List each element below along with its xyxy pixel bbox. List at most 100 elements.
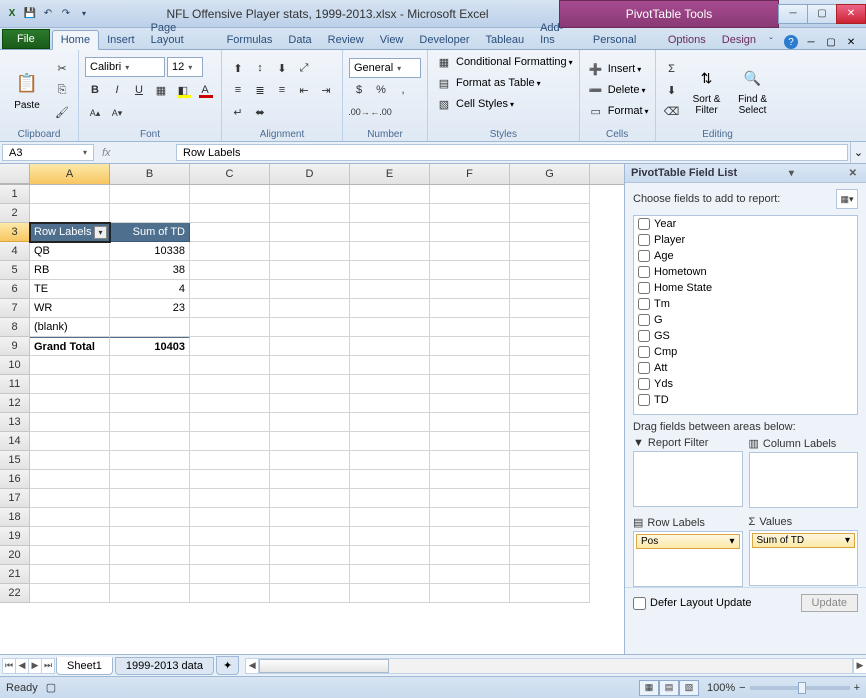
cell[interactable] (430, 489, 510, 508)
cell[interactable] (270, 413, 350, 432)
comma-button[interactable]: , (393, 80, 413, 100)
cell[interactable]: Grand Total (30, 337, 110, 356)
cell[interactable] (110, 413, 190, 432)
cell[interactable]: 10338 (110, 242, 190, 261)
cell[interactable] (270, 546, 350, 565)
cell[interactable] (30, 546, 110, 565)
row-header[interactable]: 7 (0, 299, 30, 318)
field-checkbox[interactable] (638, 378, 650, 390)
minimize-button[interactable]: ─ (778, 4, 808, 24)
cell[interactable]: WR (30, 299, 110, 318)
formula-input[interactable]: Row Labels (176, 144, 848, 161)
tab-data[interactable]: Data (280, 31, 319, 49)
cell[interactable] (190, 489, 270, 508)
view-page-layout-button[interactable]: ▤ (659, 680, 679, 696)
cell[interactable] (350, 413, 430, 432)
col-header-g[interactable]: G (510, 164, 590, 184)
cell[interactable] (430, 375, 510, 394)
cell-styles-button[interactable]: ▧Cell Styles ▾ (434, 94, 573, 114)
cell[interactable] (430, 451, 510, 470)
cell[interactable] (270, 280, 350, 299)
cell[interactable] (350, 394, 430, 413)
undo-icon[interactable]: ↶ (40, 6, 56, 22)
cell[interactable] (190, 432, 270, 451)
align-middle-button[interactable]: ↕ (250, 58, 270, 78)
cell[interactable] (350, 489, 430, 508)
column-labels-area[interactable] (749, 452, 859, 508)
currency-button[interactable]: $ (349, 80, 369, 100)
row-header[interactable]: 17 (0, 489, 30, 508)
cell[interactable] (270, 299, 350, 318)
underline-button[interactable]: U (129, 80, 149, 100)
tab-addins[interactable]: Add-Ins (532, 19, 585, 49)
view-normal-button[interactable]: ▦ (639, 680, 659, 696)
tab-design[interactable]: Design (714, 31, 764, 49)
cell[interactable] (30, 565, 110, 584)
cell[interactable] (110, 527, 190, 546)
decrease-decimal-button[interactable]: ←.00 (371, 102, 391, 122)
cell[interactable] (190, 375, 270, 394)
file-tab[interactable]: File (2, 29, 50, 49)
cell[interactable] (270, 261, 350, 280)
tab-personal[interactable]: Personal (585, 31, 644, 49)
cell[interactable] (190, 185, 270, 204)
zoom-slider[interactable] (750, 686, 850, 690)
row-header[interactable]: 12 (0, 394, 30, 413)
name-box[interactable]: A3▾ (2, 144, 94, 161)
cell[interactable] (110, 470, 190, 489)
cell[interactable] (430, 318, 510, 337)
cell[interactable] (510, 375, 590, 394)
field-checkbox[interactable] (638, 314, 650, 326)
cell[interactable] (430, 242, 510, 261)
cell[interactable] (510, 489, 590, 508)
cell[interactable] (350, 508, 430, 527)
wrap-text-button[interactable]: ↵ (228, 102, 248, 122)
zoom-level[interactable]: 100% (707, 682, 735, 694)
italic-button[interactable]: I (107, 80, 127, 100)
cell[interactable] (190, 508, 270, 527)
row-pill[interactable]: Pos▾ (636, 534, 740, 549)
row-header[interactable]: 18 (0, 508, 30, 527)
field-item[interactable]: Player (634, 232, 857, 248)
cell[interactable] (510, 508, 590, 527)
cell[interactable] (270, 508, 350, 527)
row-header[interactable]: 11 (0, 375, 30, 394)
col-header-d[interactable]: D (270, 164, 350, 184)
row-header[interactable]: 15 (0, 451, 30, 470)
cell[interactable] (430, 356, 510, 375)
cell[interactable] (350, 280, 430, 299)
cell[interactable] (190, 584, 270, 603)
report-filter-area[interactable] (633, 451, 743, 507)
row-header[interactable]: 3 (0, 223, 30, 242)
cell[interactable] (510, 527, 590, 546)
field-checkbox[interactable] (638, 282, 650, 294)
cell[interactable] (430, 280, 510, 299)
font-name-combo[interactable]: Calibri▾ (85, 57, 165, 77)
layout-options-button[interactable]: ▦▾ (836, 189, 858, 209)
cell[interactable] (510, 337, 590, 356)
values-area[interactable]: Sum of TD▾ (749, 530, 859, 586)
pivot-row-dropdown-icon[interactable]: ▾ (94, 226, 107, 239)
cell[interactable]: 10403 (110, 337, 190, 356)
field-item[interactable]: Att (634, 360, 857, 376)
cell[interactable] (350, 584, 430, 603)
field-item[interactable]: Tm (634, 296, 857, 312)
view-page-break-button[interactable]: ▧ (679, 680, 699, 696)
save-icon[interactable]: 💾 (22, 6, 38, 22)
tab-developer[interactable]: Developer (411, 31, 477, 49)
sheet-nav-next-icon[interactable]: ▶ (28, 658, 42, 674)
row-header[interactable]: 6 (0, 280, 30, 299)
cell[interactable] (510, 204, 590, 223)
align-center-button[interactable]: ≣ (250, 80, 270, 100)
cell[interactable]: Row Labels▾ (30, 223, 110, 242)
maximize-button[interactable]: ▢ (807, 4, 837, 24)
cell[interactable] (110, 185, 190, 204)
number-format-combo[interactable]: General▾ (349, 58, 421, 78)
cell[interactable] (510, 280, 590, 299)
row-header[interactable]: 20 (0, 546, 30, 565)
cell[interactable] (110, 356, 190, 375)
cell[interactable]: TE (30, 280, 110, 299)
cell[interactable]: 38 (110, 261, 190, 280)
bold-button[interactable]: B (85, 80, 105, 100)
cell[interactable] (190, 223, 270, 242)
